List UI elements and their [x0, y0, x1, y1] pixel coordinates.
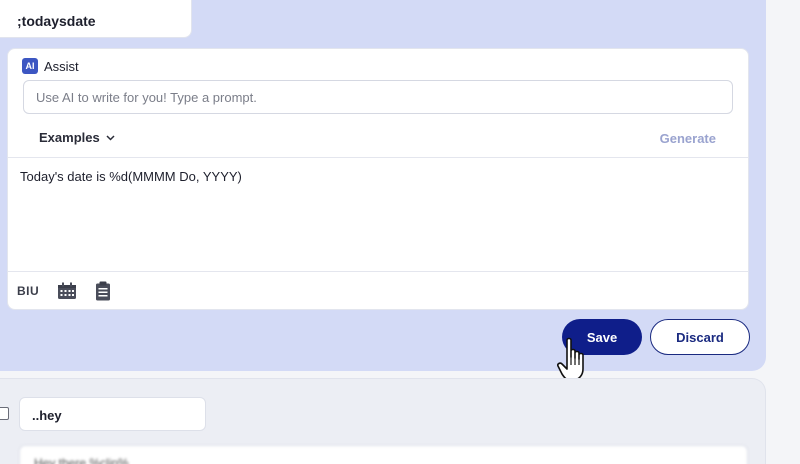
- calendar-icon: [58, 282, 77, 299]
- snippet-select-checkbox[interactable]: [0, 407, 9, 420]
- save-button[interactable]: Save: [562, 319, 642, 355]
- toolbar-divider: [8, 271, 748, 272]
- generate-button[interactable]: Generate: [660, 131, 716, 146]
- editor-toolbar: BIU: [17, 281, 111, 301]
- clipboard-icon: [96, 281, 111, 301]
- next-snippet-abbreviation[interactable]: ..hey: [19, 397, 206, 431]
- snippet-editor: AI Assist Examples Generate Today's date…: [7, 48, 749, 310]
- format-text-icon: BIU: [17, 284, 40, 298]
- ai-assist-header: AI Assist: [22, 58, 79, 74]
- format-text-button[interactable]: BIU: [17, 281, 39, 301]
- assist-divider: [8, 157, 748, 158]
- insert-clipboard-button[interactable]: [95, 281, 111, 301]
- assist-label: Assist: [44, 58, 79, 74]
- examples-label: Examples: [39, 130, 100, 145]
- ai-prompt-input[interactable]: [23, 80, 733, 114]
- active-snippet-panel: ;todaysdate AI Assist Examples Generate …: [0, 0, 766, 371]
- insert-date-button[interactable]: [57, 281, 77, 301]
- chevron-down-icon: [106, 134, 115, 141]
- snippet-editor-screen: ;todaysdate AI Assist Examples Generate …: [0, 0, 800, 464]
- next-snippet-preview[interactable]: Hey there %clip%: [19, 445, 748, 464]
- next-snippet-row: ..hey Hey there %clip%: [0, 378, 766, 464]
- snippet-content-text[interactable]: Today's date is %d(MMMM Do, YYYY): [20, 169, 242, 184]
- ai-badge-icon: AI: [22, 58, 38, 74]
- snippet-abbreviation[interactable]: ;todaysdate: [0, 0, 192, 38]
- discard-button[interactable]: Discard: [650, 319, 750, 355]
- examples-dropdown[interactable]: Examples: [39, 130, 115, 145]
